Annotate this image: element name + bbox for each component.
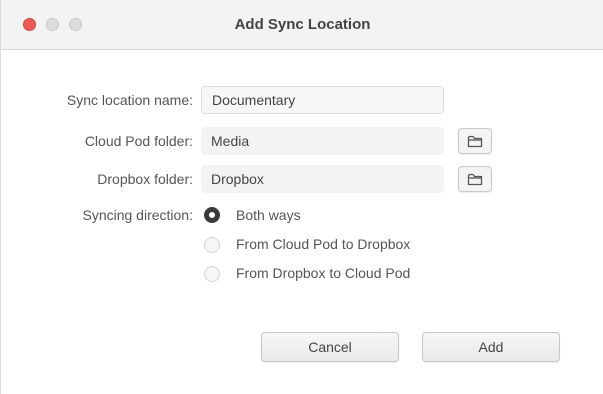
radio-label-cloud-to-dropbox[interactable]: From Cloud Pod to Dropbox [236,236,410,252]
add-button[interactable]: Add [422,332,560,362]
add-sync-location-dialog: Add Sync Location Sync location name: Do… [0,0,603,394]
dropbox-folder-field[interactable]: Dropbox [201,165,444,193]
radio-dropbox-to-cloud[interactable] [204,266,220,282]
folder-icon [467,173,483,186]
radio-label-dropbox-to-cloud[interactable]: From Dropbox to Cloud Pod [236,265,410,281]
cancel-button[interactable]: Cancel [261,332,399,362]
radio-cloud-to-dropbox[interactable] [204,237,220,253]
cloud-pod-folder-label: Cloud Pod folder: [84,133,193,149]
cloud-pod-browse-button[interactable] [458,128,492,154]
window-title: Add Sync Location [234,16,371,33]
dropbox-folder-label: Dropbox folder: [97,171,193,187]
sync-location-name-label: Sync location name: [66,92,193,108]
folder-icon [467,135,483,148]
radio-label-both-ways[interactable]: Both ways [236,207,301,223]
radio-both-ways[interactable] [204,207,220,223]
cloud-pod-folder-field[interactable]: Media [201,127,444,155]
title-bar: Add Sync Location [1,0,603,50]
dropbox-browse-button[interactable] [458,166,492,192]
sync-location-name-input[interactable]: Documentary [201,86,444,114]
syncing-direction-label: Syncing direction: [82,207,193,223]
